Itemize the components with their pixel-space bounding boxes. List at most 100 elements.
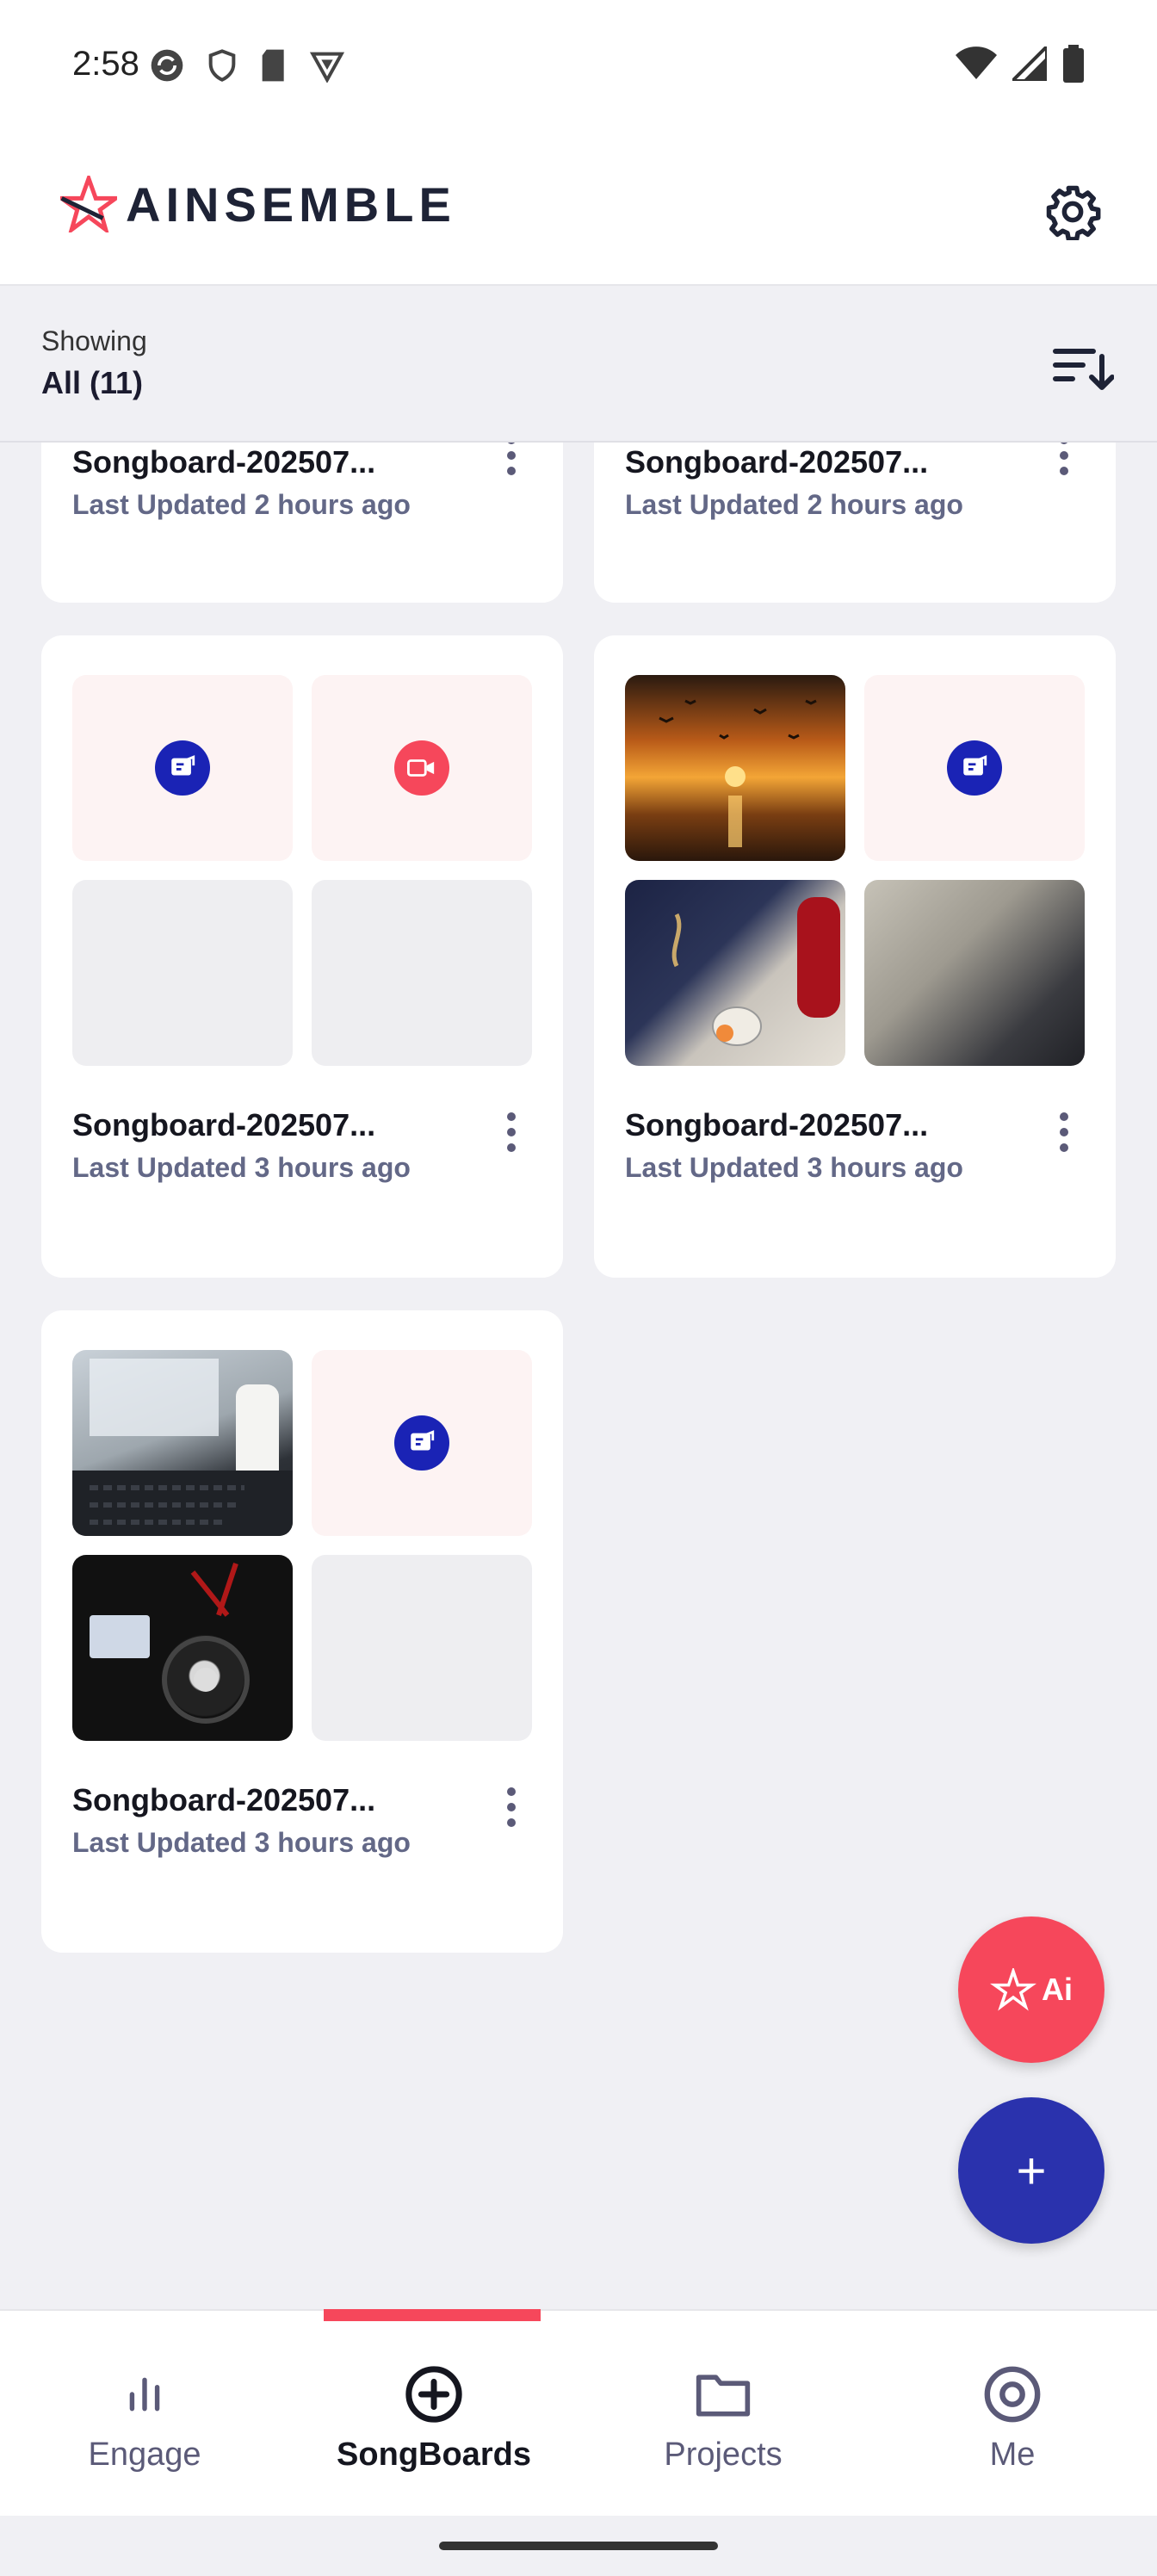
wifi-icon — [956, 46, 997, 79]
songboard-card[interactable]: Songboard-202507... Last Updated 3 hours… — [41, 1310, 563, 1953]
gear-icon — [1046, 185, 1101, 240]
sort-button[interactable] — [1049, 336, 1117, 405]
more-options-button[interactable] — [1038, 1102, 1090, 1162]
star-logo-icon — [60, 176, 117, 232]
nav-songboards[interactable]: SongBoards — [289, 2311, 578, 2517]
nav-songboards-label: SongBoards — [337, 2437, 531, 2473]
ai-label: Ai — [1042, 1972, 1073, 2007]
dot-icon — [507, 1112, 516, 1121]
vpn-icon — [309, 52, 345, 83]
lyrics-thumb — [864, 675, 1085, 861]
dot-icon — [1060, 1128, 1068, 1136]
battery-icon — [1063, 45, 1084, 83]
dot-icon — [507, 1143, 516, 1152]
card-subtitle: Last Updated 3 hours ago — [72, 1152, 411, 1183]
sync-icon — [151, 49, 183, 82]
status-bar: 2:58 — [0, 0, 1157, 138]
lyrics-thumb — [72, 675, 293, 861]
folder-icon — [696, 2375, 751, 2417]
card-subtitle: Last Updated 3 hours ago — [625, 1152, 963, 1183]
sd-card-icon — [262, 49, 284, 82]
more-options-button[interactable] — [486, 1102, 537, 1162]
card-title: Songboard-202507... — [72, 444, 376, 480]
brand-logo[interactable]: AINSEMBLE — [60, 176, 456, 232]
lyrics-thumb — [312, 1350, 532, 1536]
card-title: Songboard-202507... — [72, 1782, 376, 1817]
nav-me-label: Me — [989, 2437, 1036, 2473]
app-header: AINSEMBLE — [0, 138, 1157, 286]
sunset-image — [659, 699, 817, 847]
bar-chart-icon — [129, 2377, 160, 2412]
shield-icon — [208, 49, 236, 82]
dot-icon — [1060, 451, 1068, 460]
nav-engage-label: Engage — [88, 2437, 201, 2473]
nav-engage[interactable]: Engage — [0, 2311, 289, 2517]
settings-button[interactable] — [1042, 181, 1104, 243]
nav-me[interactable]: Me — [868, 2311, 1157, 2517]
songboard-card[interactable]: Songboard-202507... Last Updated 3 hours… — [41, 635, 563, 1278]
status-notification-icons — [148, 46, 346, 84]
video-icon — [394, 740, 449, 796]
lyrics-icon — [155, 740, 210, 796]
nav-projects[interactable]: Projects — [578, 2311, 868, 2517]
dot-icon — [507, 443, 516, 444]
video-thumb — [312, 675, 532, 861]
empty-thumb — [312, 880, 532, 1066]
dot-icon — [507, 451, 516, 460]
dj-image — [90, 1563, 250, 1724]
dot-icon — [507, 467, 516, 475]
dot-icon — [507, 1787, 516, 1796]
card-thumbnails — [72, 675, 532, 1066]
more-options-button[interactable] — [486, 1777, 537, 1837]
photo-sunset-thumb — [625, 675, 845, 861]
laptop-image — [72, 1359, 293, 1536]
card-subtitle: Last Updated 2 hours ago — [625, 489, 963, 520]
fabric-image — [671, 897, 840, 1046]
card-subtitle: Last Updated 2 hours ago — [72, 489, 411, 520]
add-songboard-button[interactable]: + — [958, 2097, 1104, 2244]
status-system-icons — [956, 45, 1085, 83]
star-music-icon — [990, 1968, 1036, 2011]
photo-fabric-thumb — [625, 880, 845, 1066]
status-time: 2:58 — [72, 45, 139, 83]
bottom-navigation: Engage SongBoards Projects Me — [0, 2309, 1157, 2516]
empty-thumb — [312, 1555, 532, 1741]
filter-bar: Showing All (11) — [0, 286, 1157, 443]
dot-icon — [1060, 1112, 1068, 1121]
lyrics-icon — [394, 1415, 449, 1471]
card-thumbnails — [72, 1350, 532, 1741]
dot-icon — [1060, 467, 1068, 475]
filter-label: Showing — [41, 325, 147, 356]
card-title: Songboard-202507... — [625, 444, 929, 480]
brand-name: AINSEMBLE — [126, 176, 456, 232]
sort-icon — [1053, 349, 1114, 390]
signal-icon — [1012, 46, 1047, 81]
add-circle-icon — [405, 2366, 462, 2423]
nav-projects-label: Projects — [664, 2437, 783, 2473]
photo-dj-thumb — [72, 1555, 293, 1741]
plus-icon: + — [1016, 2141, 1047, 2200]
ai-assistant-button[interactable]: Ai — [958, 1917, 1104, 2063]
card-title: Songboard-202507... — [625, 1107, 929, 1142]
card-title: Songboard-202507... — [72, 1107, 376, 1142]
empty-thumb — [72, 880, 293, 1066]
photo-laptop-thumb — [72, 1350, 293, 1536]
dot-icon — [507, 1128, 516, 1136]
songboard-card[interactable]: Songboard-202507... Last Updated 3 hours… — [594, 635, 1116, 1278]
filter-value[interactable]: All (11) — [41, 365, 143, 401]
dot-icon — [507, 1818, 516, 1827]
dot-icon — [1060, 443, 1068, 444]
more-options-button[interactable] — [486, 443, 537, 486]
card-thumbnails — [625, 675, 1085, 1066]
more-options-button[interactable] — [1038, 443, 1090, 486]
photo-blur-thumb — [864, 880, 1085, 1066]
app-screen: 2:58 AINSEMBLE Showing All (11) Songboar… — [0, 0, 1157, 2576]
lyrics-icon — [947, 740, 1002, 796]
dot-icon — [507, 1803, 516, 1811]
songboard-card[interactable]: Songboard-202507... Last Updated 2 hours… — [594, 443, 1116, 603]
home-gesture-handle[interactable] — [439, 2542, 718, 2550]
gesture-bar — [0, 2516, 1157, 2576]
dot-icon — [1060, 1143, 1068, 1152]
songboard-card[interactable]: Songboard-202507... Last Updated 2 hours… — [41, 443, 563, 603]
target-icon — [984, 2366, 1041, 2423]
